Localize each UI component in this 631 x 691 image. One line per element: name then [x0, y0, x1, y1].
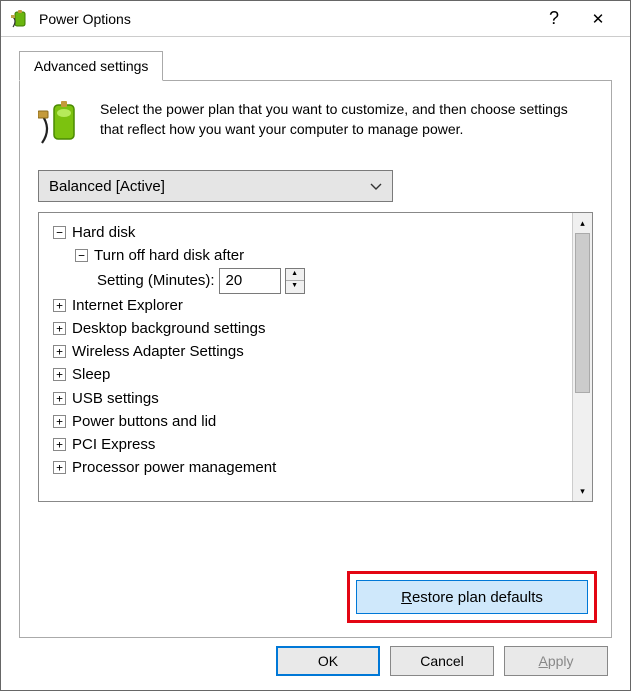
tree-label: Hard disk — [72, 221, 135, 244]
collapse-icon[interactable]: − — [75, 249, 88, 262]
scroll-down-icon[interactable]: ▾ — [573, 481, 592, 501]
plan-select[interactable]: Balanced [Active] — [38, 170, 393, 202]
tree-node-usb-settings[interactable]: + USB settings — [53, 387, 568, 410]
restore-mnemonic: R — [401, 589, 412, 606]
window-title: Power Options — [39, 11, 532, 27]
apply-label-rest: pply — [548, 653, 574, 669]
tree-node-internet-explorer[interactable]: + Internet Explorer — [53, 294, 568, 317]
tree-node-wireless-adapter[interactable]: + Wireless Adapter Settings — [53, 340, 568, 363]
expand-icon[interactable]: + — [53, 415, 66, 428]
chevron-down-icon — [370, 178, 382, 195]
scroll-up-icon[interactable]: ▴ — [573, 213, 592, 233]
tree-node-power-buttons-lid[interactable]: + Power buttons and lid — [53, 410, 568, 433]
setting-label: Setting (Minutes): — [97, 269, 215, 292]
tree-node-desktop-background[interactable]: + Desktop background settings — [53, 317, 568, 340]
tree-label: PCI Express — [72, 433, 155, 456]
expand-icon[interactable]: + — [53, 461, 66, 474]
client-area: Advanced settings Select the power plan … — [1, 37, 630, 654]
expand-icon[interactable]: + — [53, 299, 66, 312]
tree-setting-minutes: Setting (Minutes): ▲ ▼ — [97, 268, 568, 294]
tree-label: Processor power management — [72, 456, 276, 479]
apply-mnemonic: A — [538, 653, 547, 669]
tab-header: Advanced settings — [19, 51, 612, 81]
expand-icon[interactable]: + — [53, 322, 66, 335]
expand-icon[interactable]: + — [53, 392, 66, 405]
help-button[interactable]: ? — [532, 3, 576, 35]
tree-label: Desktop background settings — [72, 317, 265, 340]
close-button[interactable]: ✕ — [576, 3, 620, 35]
tree-label: Turn off hard disk after — [94, 244, 244, 267]
tree-label: Wireless Adapter Settings — [72, 340, 244, 363]
cancel-button[interactable]: Cancel — [390, 646, 494, 676]
power-options-window: Power Options ? ✕ Advanced settings — [0, 0, 631, 691]
tree-content: − Hard disk − Turn off hard disk after S… — [39, 213, 572, 501]
tree-node-sleep[interactable]: + Sleep — [53, 363, 568, 386]
intro-text: Select the power plan that you want to c… — [100, 99, 593, 152]
tab-body: Select the power plan that you want to c… — [19, 80, 612, 638]
apply-button[interactable]: Apply — [504, 646, 608, 676]
collapse-icon[interactable]: − — [53, 226, 66, 239]
tree-node-hard-disk[interactable]: − Hard disk — [53, 221, 568, 244]
dialog-footer: OK Cancel Apply — [276, 646, 608, 676]
battery-plug-icon — [38, 99, 86, 152]
expand-icon[interactable]: + — [53, 345, 66, 358]
vertical-scrollbar[interactable]: ▴ ▾ — [572, 213, 592, 501]
ok-button[interactable]: OK — [276, 646, 380, 676]
expand-icon[interactable]: + — [53, 438, 66, 451]
tree-label: Sleep — [72, 363, 110, 386]
scroll-thumb[interactable] — [575, 233, 590, 393]
tree-node-processor-power[interactable]: + Processor power management — [53, 456, 568, 479]
settings-tree: − Hard disk − Turn off hard disk after S… — [38, 212, 593, 502]
tree-label: Internet Explorer — [72, 294, 183, 317]
restore-label-rest: estore plan defaults — [412, 589, 543, 606]
restore-highlight-box: Restore plan defaults — [347, 571, 597, 623]
spinner-up-icon[interactable]: ▲ — [286, 269, 304, 282]
minutes-input[interactable] — [219, 268, 281, 294]
expand-icon[interactable]: + — [53, 368, 66, 381]
intro-row: Select the power plan that you want to c… — [38, 99, 593, 152]
restore-plan-defaults-button[interactable]: Restore plan defaults — [356, 580, 588, 614]
tab-advanced-settings[interactable]: Advanced settings — [19, 51, 163, 81]
plan-selected-label: Balanced [Active] — [49, 178, 165, 195]
tree-label: USB settings — [72, 387, 159, 410]
tree-label: Power buttons and lid — [72, 410, 216, 433]
tree-node-turn-off-hard-disk[interactable]: − Turn off hard disk after — [75, 244, 568, 267]
titlebar: Power Options ? ✕ — [1, 1, 630, 37]
tree-node-pci-express[interactable]: + PCI Express — [53, 433, 568, 456]
battery-icon — [11, 9, 31, 29]
spinner-down-icon[interactable]: ▼ — [286, 281, 304, 293]
minutes-spinner[interactable]: ▲ ▼ — [285, 268, 305, 294]
